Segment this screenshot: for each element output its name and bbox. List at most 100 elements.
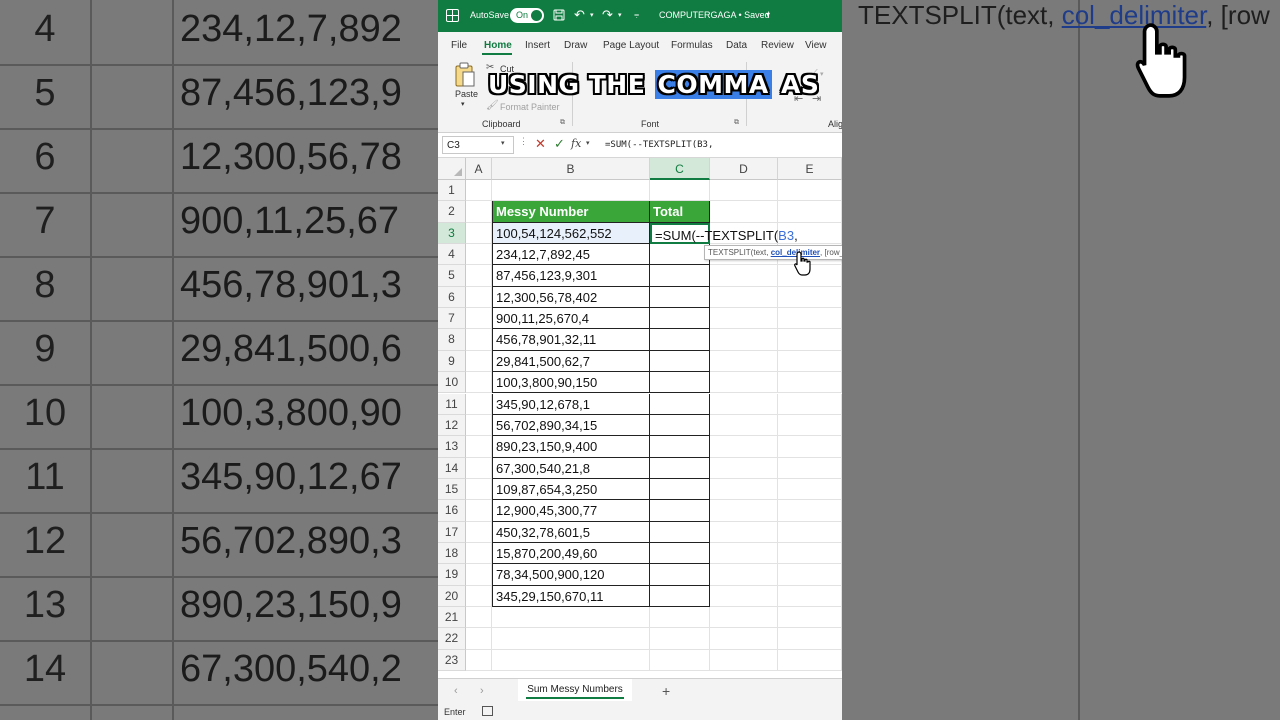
table-header-messy-number[interactable]: Messy Number	[492, 201, 650, 223]
orientation-dropdown-icon[interactable]: ▾	[820, 70, 824, 78]
cell-d21[interactable]	[710, 607, 778, 629]
cell-d23[interactable]	[710, 649, 778, 672]
cell-d9[interactable]	[710, 350, 778, 373]
font-launcher-icon[interactable]: ⧉	[734, 119, 739, 127]
cell-b20[interactable]: 345,29,150,670,11	[492, 585, 650, 607]
cancel-icon[interactable]: ✕	[535, 136, 546, 152]
name-box-dropdown-icon[interactable]: ▾	[501, 139, 505, 147]
cell-e18[interactable]	[778, 542, 842, 565]
cell-c12[interactable]	[650, 414, 710, 437]
cell-e22[interactable]	[778, 628, 842, 650]
redo-icon[interactable]: ↷	[602, 7, 613, 23]
cell-d19[interactable]	[710, 564, 778, 586]
cell-c1[interactable]	[650, 180, 710, 202]
cell-a22[interactable]	[466, 628, 492, 650]
next-sheet-icon[interactable]: ›	[480, 685, 484, 697]
cell-b10[interactable]: 100,3,800,90,150	[492, 372, 650, 394]
cell-e19[interactable]	[778, 564, 842, 586]
cell-e17[interactable]	[778, 521, 842, 543]
file-title[interactable]: COMPUTERGAGA • Saved	[659, 10, 770, 20]
cell-e9[interactable]	[778, 350, 842, 373]
cell-b15[interactable]: 109,87,654,3,250	[492, 478, 650, 501]
cell-d22[interactable]	[710, 628, 778, 650]
cell-c16[interactable]	[650, 500, 710, 522]
cell-b8[interactable]: 456,78,901,32,11	[492, 329, 650, 351]
cell-c13[interactable]	[650, 436, 710, 458]
cell-c7[interactable]	[650, 308, 710, 330]
cell-a13[interactable]	[466, 436, 492, 458]
cell-c23[interactable]	[650, 649, 710, 672]
row-header-20[interactable]: 20	[438, 585, 466, 607]
redo-dropdown-icon[interactable]: ▾	[618, 11, 622, 19]
cell-a19[interactable]	[466, 564, 492, 586]
cell-b16[interactable]: 12,900,45,300,77	[492, 500, 650, 522]
row-header-2[interactable]: 2	[438, 201, 466, 223]
cell-a9[interactable]	[466, 350, 492, 373]
menu-tab-formulas[interactable]: Formulas	[671, 40, 713, 51]
column-header-c[interactable]: C	[650, 158, 710, 180]
cell-e16[interactable]	[778, 500, 842, 522]
cell-e2[interactable]	[778, 201, 842, 223]
cell-d8[interactable]	[710, 329, 778, 351]
enter-check-icon[interactable]: ✓	[554, 136, 565, 152]
cell-e12[interactable]	[778, 414, 842, 437]
row-header-1[interactable]: 1	[438, 180, 466, 202]
row-header-10[interactable]: 10	[438, 372, 466, 394]
cell-e10[interactable]	[778, 372, 842, 394]
cell-a3[interactable]	[466, 222, 492, 245]
row-header-21[interactable]: 21	[438, 607, 466, 629]
cell-c11[interactable]	[650, 393, 710, 415]
paste-icon[interactable]	[454, 62, 476, 88]
cell-e20[interactable]	[778, 585, 842, 607]
row-header-19[interactable]: 19	[438, 564, 466, 586]
cell-c5[interactable]	[650, 265, 710, 287]
row-header-11[interactable]: 11	[438, 393, 466, 415]
cell-b3[interactable]: 100,54,124,562,552	[492, 222, 650, 245]
column-header-d[interactable]: D	[710, 158, 778, 180]
row-header-12[interactable]: 12	[438, 414, 466, 437]
cell-d20[interactable]	[710, 585, 778, 607]
row-header-17[interactable]: 17	[438, 521, 466, 543]
format-painter-icon[interactable]: 🖌	[486, 100, 499, 111]
cell-c18[interactable]	[650, 542, 710, 565]
cell-d18[interactable]	[710, 542, 778, 565]
accessibility-icon[interactable]	[482, 706, 493, 716]
cell-b9[interactable]: 29,841,500,62,7	[492, 350, 650, 373]
row-header-4[interactable]: 4	[438, 244, 466, 266]
cell-d14[interactable]	[710, 457, 778, 479]
cell-d12[interactable]	[710, 414, 778, 437]
cell-a2[interactable]	[466, 201, 492, 223]
cell-c20[interactable]	[650, 585, 710, 607]
menu-tab-view[interactable]: View	[805, 40, 827, 51]
active-cell-c3[interactable]: =SUM(--TEXTSPLIT(B3,	[650, 222, 798, 245]
cell-a17[interactable]	[466, 521, 492, 543]
cell-d7[interactable]	[710, 308, 778, 330]
cell-b6[interactable]: 12,300,56,78,402	[492, 286, 650, 309]
column-header-b[interactable]: B	[492, 158, 650, 180]
cell-c17[interactable]	[650, 521, 710, 543]
row-header-14[interactable]: 14	[438, 457, 466, 479]
cell-a6[interactable]	[466, 286, 492, 309]
menu-tab-data[interactable]: Data	[726, 40, 747, 51]
table-header-total[interactable]: Total	[650, 201, 710, 223]
menu-tab-home[interactable]: Home	[484, 40, 512, 51]
cell-e21[interactable]	[778, 607, 842, 629]
cell-e23[interactable]	[778, 649, 842, 672]
cell-c10[interactable]	[650, 372, 710, 394]
column-header-a[interactable]: A	[466, 158, 492, 180]
row-header-16[interactable]: 16	[438, 500, 466, 522]
cell-a20[interactable]	[466, 585, 492, 607]
row-header-18[interactable]: 18	[438, 542, 466, 565]
save-icon[interactable]	[553, 9, 565, 21]
menu-tab-file[interactable]: File	[451, 40, 467, 51]
menu-tab-page-layout[interactable]: Page Layout	[603, 40, 659, 51]
cell-e8[interactable]	[778, 329, 842, 351]
cell-b4[interactable]: 234,12,7,892,45	[492, 244, 650, 266]
cell-c9[interactable]	[650, 350, 710, 373]
fx-dropdown-icon[interactable]: ▾	[586, 139, 590, 147]
row-header-7[interactable]: 7	[438, 308, 466, 330]
customize-toolbar-icon[interactable]: ⩦	[634, 9, 639, 20]
cell-d16[interactable]	[710, 500, 778, 522]
cell-c14[interactable]	[650, 457, 710, 479]
menu-tab-review[interactable]: Review	[761, 40, 794, 51]
